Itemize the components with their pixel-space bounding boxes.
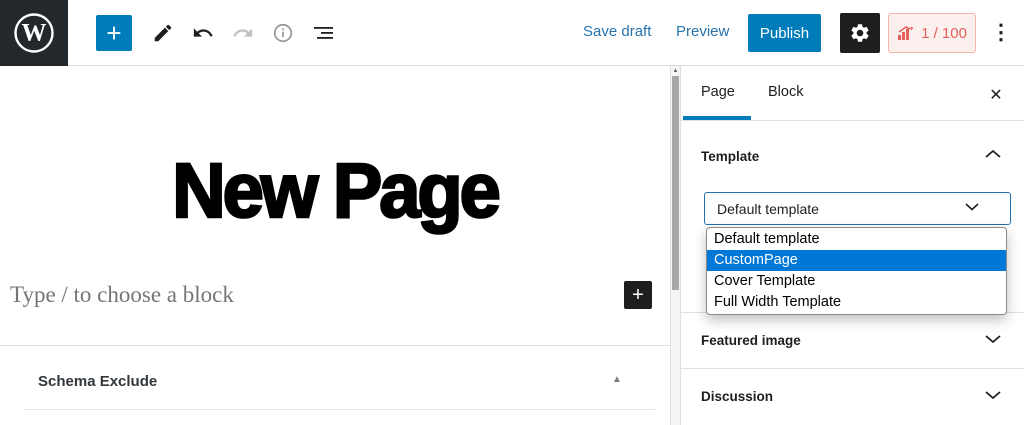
seo-chart-icon [897,26,915,41]
redo-button[interactable] [231,21,255,45]
collapse-triangle-icon[interactable]: ▲ [612,374,622,385]
template-collapse-button[interactable] [984,148,1002,163]
sidebar-tabs: Page Block ✕ [681,66,1024,121]
inline-block-inserter-button[interactable]: + [624,281,652,309]
discussion-panel-title: Discussion [701,389,773,404]
chevron-down-icon [964,201,980,212]
wordpress-editor: W + [0,0,1024,425]
scrollbar-up-arrow-icon[interactable]: ▲ [671,67,680,76]
editor-canvas: New Page Type / to choose a block + Sche… [0,66,671,425]
template-option-custompage[interactable]: CustomPage [707,250,1006,271]
select-chevron-down-icon[interactable] [964,200,980,215]
settings-button[interactable] [840,13,880,53]
featured-image-expand-button[interactable] [984,333,1002,348]
svg-text:W: W [22,20,47,47]
tab-block[interactable]: Block [768,84,803,100]
edit-tool-button[interactable] [151,21,175,45]
redo-icon [232,22,254,44]
template-option-cover[interactable]: Cover Template [707,271,1006,292]
editor-top-bar: W + [0,0,1024,66]
discussion-expand-button[interactable] [984,389,1002,404]
undo-icon [192,22,214,44]
undo-button[interactable] [191,21,215,45]
list-view-icon [312,21,336,45]
list-view-button[interactable] [312,21,336,45]
chevron-up-icon [984,148,1002,160]
wordpress-logo[interactable]: W [0,0,68,66]
settings-sidebar: Page Block ✕ Template Default template D… [680,66,1024,425]
seo-score-value: 1 / 100 [921,25,967,42]
preview-button[interactable]: Preview [676,23,729,40]
pencil-icon [152,22,174,44]
template-option-fullwidth[interactable]: Full Width Template [707,292,1006,313]
publish-button[interactable]: Publish [748,14,821,52]
scrollbar-thumb[interactable] [672,76,679,290]
gear-icon [849,22,871,44]
schema-exclude-metabox[interactable]: Schema Exclude ▲ [0,345,670,425]
tab-page[interactable]: Page [701,84,735,100]
template-panel-title: Template [701,149,759,164]
metabox-divider [23,409,655,410]
close-sidebar-button[interactable]: ✕ [984,83,1008,107]
info-icon [272,22,294,44]
options-menu-button[interactable]: ⋮ [986,13,1016,53]
discussion-panel[interactable]: Discussion [681,368,1024,425]
featured-image-panel-title: Featured image [701,333,801,348]
active-tab-indicator [683,116,751,120]
paragraph-block-placeholder[interactable]: Type / to choose a block [10,282,234,308]
chevron-down-icon [984,333,1002,345]
template-option-default[interactable]: Default template [707,229,1006,250]
chevron-down-icon [984,389,1002,401]
details-button[interactable] [271,21,295,45]
featured-image-panel[interactable]: Featured image [681,312,1024,368]
save-draft-button[interactable]: Save draft [583,23,651,40]
schema-exclude-title: Schema Exclude [38,373,157,390]
post-title-input[interactable]: New Page [0,146,670,234]
block-inserter-button[interactable]: + [96,15,132,51]
wordpress-logo-icon: W [13,12,55,54]
template-dropdown-list: Default template CustomPage Cover Templa… [706,227,1007,315]
editor-scrollbar[interactable]: ▲ [671,66,680,425]
seo-score-badge[interactable]: 1 / 100 [888,13,976,53]
